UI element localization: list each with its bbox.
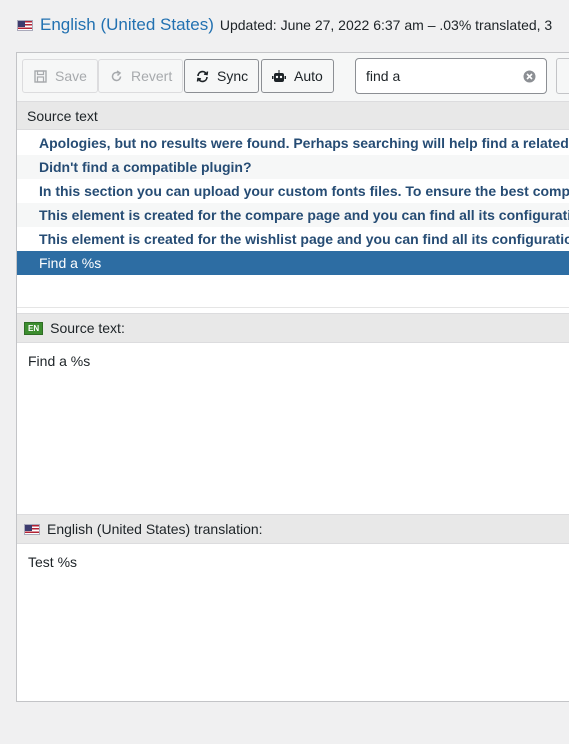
save-icon [33, 69, 47, 83]
list-empty-space [17, 277, 569, 308]
list-item[interactable]: Apologies, but no results were found. Pe… [17, 131, 569, 155]
save-button[interactable]: Save [22, 59, 98, 93]
auto-translate-button[interactable]: Auto [261, 59, 334, 93]
list-item[interactable]: In this section you can upload your cust… [17, 179, 569, 203]
revert-label: Revert [131, 68, 173, 84]
translation-panel-title: English (United States) translation: [47, 521, 263, 537]
revert-button[interactable]: Revert [98, 59, 184, 93]
search-input[interactable] [366, 68, 506, 84]
robot-icon [272, 69, 286, 83]
list-item[interactable]: This element is created for the wishlist… [17, 227, 569, 251]
source-string-list: Apologies, but no results were found. Pe… [17, 131, 569, 275]
clear-search-icon[interactable] [523, 70, 536, 83]
revert-icon [109, 69, 123, 83]
translation-editor: Save Revert Sync Auto Sourc [16, 52, 569, 702]
source-panel-header: EN Source text: [17, 313, 569, 343]
sync-button[interactable]: Sync [184, 59, 260, 93]
list-item[interactable]: This element is created for the compare … [17, 203, 569, 227]
translation-panel-header: English (United States) translation: [17, 514, 569, 544]
sync-label: Sync [217, 68, 249, 84]
us-flag-icon [17, 19, 33, 31]
toolbar-overflow-button[interactable] [556, 58, 569, 94]
list-item[interactable]: Didn't find a compatible plugin? [17, 155, 569, 179]
file-header: English (United States) Updated: June 27… [17, 14, 569, 36]
auto-label: Auto [294, 68, 323, 84]
translation-textarea[interactable]: Test %s [17, 544, 569, 701]
list-item-selected[interactable]: Find a %s [17, 251, 569, 275]
us-flag-icon [24, 523, 40, 535]
source-text-view: Find a %s [17, 343, 569, 507]
save-label: Save [55, 68, 87, 84]
list-column-header: Source text [17, 102, 569, 130]
sync-icon [195, 69, 209, 83]
english-badge-icon: EN [24, 321, 44, 335]
language-title[interactable]: English (United States) [40, 15, 214, 35]
updated-status: Updated: June 27, 2022 6:37 am – .03% tr… [219, 17, 553, 33]
editor-toolbar: Save Revert Sync Auto [17, 53, 569, 102]
source-panel-title: Source text: [50, 320, 125, 336]
search-box[interactable] [355, 58, 547, 94]
